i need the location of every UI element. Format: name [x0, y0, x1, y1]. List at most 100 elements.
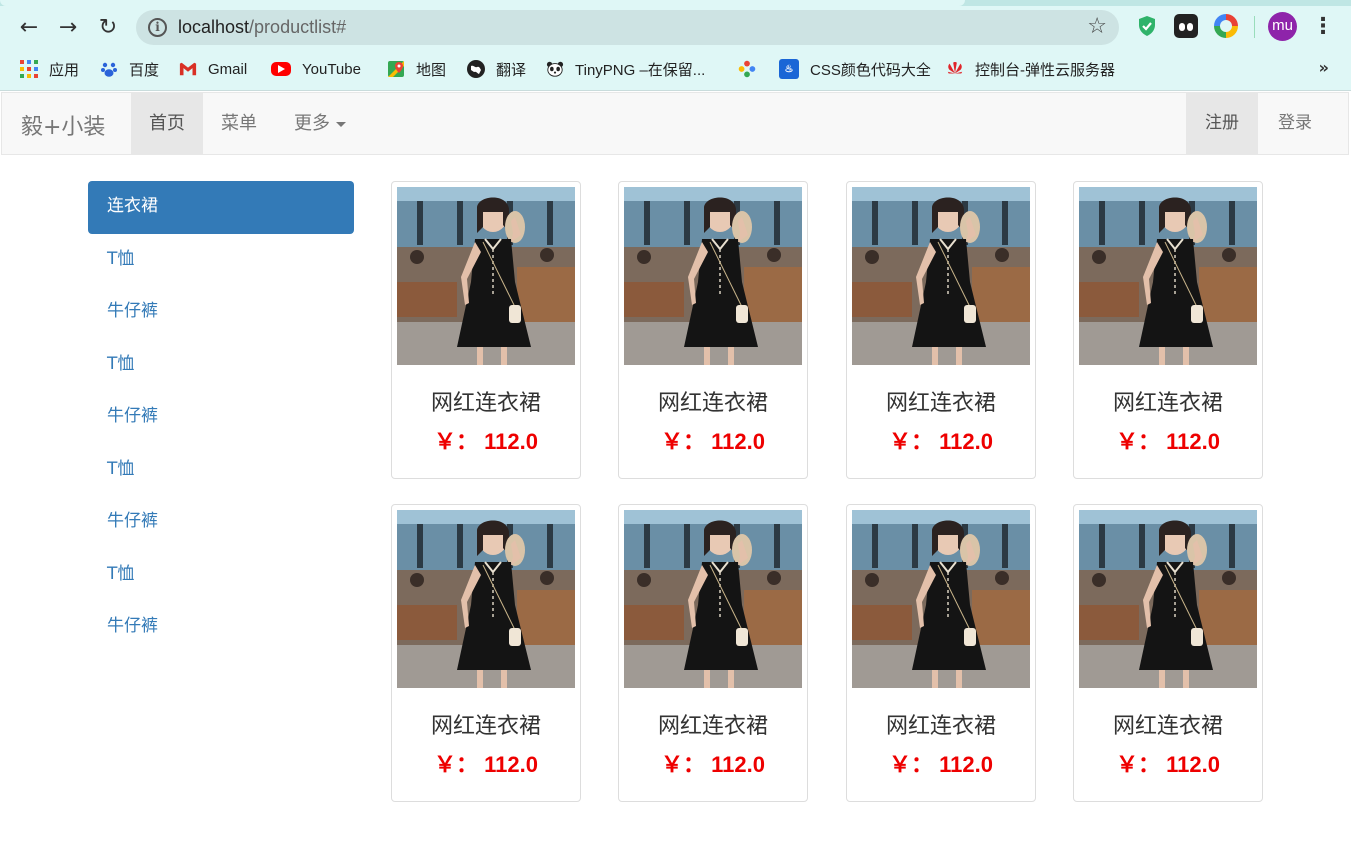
- site-info-icon[interactable]: i: [148, 18, 167, 37]
- category-item-tshirt[interactable]: T恤: [88, 549, 354, 602]
- bookmark-label: 控制台-弹性云服务器: [975, 61, 1115, 79]
- category-item-jeans[interactable]: 牛仔裤: [88, 496, 354, 549]
- category-item-tshirt[interactable]: T恤: [88, 234, 354, 287]
- caret-down-icon: [336, 121, 346, 127]
- youtube-icon: [271, 62, 291, 76]
- product-card[interactable]: 网红连衣裙 ￥： 112.0: [846, 181, 1036, 479]
- panda-icon: [546, 60, 564, 78]
- bookmark-label: Gmail: [208, 60, 248, 78]
- product-name[interactable]: 网红连衣裙: [392, 708, 580, 740]
- bookmark-apps[interactable]: 应用: [20, 54, 79, 84]
- product-price: ￥： 112.0: [434, 429, 538, 454]
- product-name[interactable]: 网红连衣裙: [619, 708, 807, 740]
- product-name[interactable]: 网红连衣裙: [619, 385, 807, 417]
- toolbar-divider: [1254, 16, 1255, 38]
- product-card[interactable]: 网红连衣裙 ￥： 112.0: [1073, 504, 1263, 802]
- bookmark-label: 应用: [49, 61, 80, 79]
- product-card[interactable]: 网红连衣裙 ￥： 112.0: [391, 504, 581, 802]
- bookmark-gmail[interactable]: Gmail: [179, 54, 247, 84]
- product-image[interactable]: [1079, 510, 1257, 688]
- bookmark-label: 百度: [129, 61, 160, 79]
- product-card[interactable]: 网红连衣裙 ￥： 112.0: [618, 504, 808, 802]
- product-price: ￥： 112.0: [889, 752, 993, 777]
- color-ring-extension-icon[interactable]: [1214, 14, 1238, 38]
- bookmark-baidu[interactable]: 百度: [100, 54, 159, 84]
- huawei-icon: [946, 60, 964, 78]
- product-card[interactable]: 网红连衣裙 ￥： 112.0: [846, 504, 1036, 802]
- url-path: /productlist#: [249, 17, 347, 37]
- translate-globe-icon: [467, 60, 485, 78]
- bookmark-tinypng[interactable]: TinyPNG –在保留...: [546, 54, 705, 84]
- active-tab[interactable]: [0, 0, 965, 6]
- pinwheel-icon: [738, 60, 756, 78]
- product-card[interactable]: 网红连衣裙 ￥： 112.0: [618, 181, 808, 479]
- nav-home[interactable]: 首页: [131, 93, 203, 154]
- category-item-jeans[interactable]: 牛仔裤: [88, 286, 354, 339]
- product-image[interactable]: [1079, 187, 1257, 365]
- product-image[interactable]: [397, 510, 575, 688]
- product-name[interactable]: 网红连衣裙: [392, 385, 580, 417]
- bookmark-pinwheel[interactable]: [738, 54, 767, 84]
- back-arrow-icon[interactable]: ←: [14, 12, 44, 42]
- url-text[interactable]: localhost/productlist#: [178, 17, 346, 38]
- category-item-dress[interactable]: 连衣裙: [88, 181, 354, 234]
- site-brand[interactable]: 毅+小装: [21, 109, 105, 141]
- product-price: ￥： 112.0: [1116, 429, 1220, 454]
- category-item-tshirt[interactable]: T恤: [88, 444, 354, 497]
- nav-login[interactable]: 登录: [1258, 93, 1332, 154]
- product-image[interactable]: [852, 510, 1030, 688]
- site-navbar: 毅+小装 首页 菜单 更多 注册 登录: [1, 92, 1349, 155]
- product-image[interactable]: [852, 187, 1030, 365]
- product-image[interactable]: [624, 510, 802, 688]
- category-sidebar: 连衣裙 T恤 牛仔裤 T恤 牛仔裤 T恤 牛仔裤 T恤 牛仔裤: [88, 181, 354, 654]
- product-image[interactable]: [624, 187, 802, 365]
- product-price: ￥： 112.0: [661, 752, 765, 777]
- bookmark-label: CSS颜色代码大全: [810, 61, 931, 79]
- bookmark-star-icon[interactable]: ☆: [1087, 14, 1107, 39]
- product-price: ￥： 112.0: [661, 429, 765, 454]
- bookmark-youtube[interactable]: YouTube: [271, 54, 361, 84]
- shield-extension-icon[interactable]: [1135, 14, 1159, 38]
- product-price: ￥： 112.0: [434, 752, 538, 777]
- product-name[interactable]: 网红连衣裙: [1074, 708, 1262, 740]
- bookmark-label: 翻译: [496, 61, 527, 79]
- product-price: ￥： 112.0: [889, 429, 993, 454]
- address-bar[interactable]: i localhost/productlist# ☆: [136, 10, 1119, 45]
- browser-chrome: ← → ↻ i localhost/productlist# ☆ mu ⋮ 应用: [0, 0, 1351, 91]
- product-name[interactable]: 网红连衣裙: [1074, 385, 1262, 417]
- bookmark-label: TinyPNG –在保留...: [575, 61, 706, 79]
- gmail-icon: [179, 60, 197, 78]
- bookmark-huawei-console[interactable]: 控制台-弹性云服务器: [946, 54, 1115, 84]
- bookmark-css-colors[interactable]: ♨ CSS颜色代码大全: [779, 54, 931, 84]
- baidu-paw-icon: [100, 60, 118, 78]
- css-color-icon: ♨: [779, 59, 799, 79]
- bookmark-maps[interactable]: 地图: [387, 54, 446, 84]
- product-name[interactable]: 网红连衣裙: [847, 385, 1035, 417]
- bookmark-label: 地图: [416, 61, 447, 79]
- browser-menu-icon[interactable]: ⋮: [1312, 14, 1334, 40]
- nav-more-label: 更多: [294, 113, 330, 134]
- category-item-tshirt[interactable]: T恤: [88, 339, 354, 392]
- url-host: localhost: [178, 17, 250, 37]
- forward-arrow-icon[interactable]: →: [53, 12, 83, 42]
- product-card[interactable]: 网红连衣裙 ￥： 112.0: [1073, 181, 1263, 479]
- bookmarks-overflow-button[interactable]: »: [1319, 58, 1329, 77]
- tampermonkey-extension-icon[interactable]: [1174, 14, 1198, 38]
- apps-grid-icon: [20, 60, 38, 78]
- product-name[interactable]: 网红连衣裙: [847, 708, 1035, 740]
- nav-more-dropdown[interactable]: 更多: [275, 93, 365, 154]
- profile-avatar[interactable]: mu: [1268, 12, 1297, 41]
- category-item-jeans[interactable]: 牛仔裤: [88, 601, 354, 654]
- tab-strip: [0, 0, 1351, 6]
- category-item-jeans[interactable]: 牛仔裤: [88, 391, 354, 444]
- bookmark-translate[interactable]: 翻译: [467, 54, 526, 84]
- product-price: ￥： 112.0: [1116, 752, 1220, 777]
- nav-register[interactable]: 注册: [1186, 93, 1258, 154]
- bookmarks-bar: 应用 百度 Gmail YouTube 地图 翻译 TinyPNG –在保留..…: [0, 54, 1351, 84]
- reload-icon[interactable]: ↻: [93, 12, 123, 42]
- maps-pin-icon: [387, 60, 405, 78]
- nav-menu[interactable]: 菜单: [203, 93, 275, 154]
- product-card[interactable]: 网红连衣裙 ￥： 112.0: [391, 181, 581, 479]
- bookmark-label: YouTube: [302, 60, 361, 78]
- product-image[interactable]: [397, 187, 575, 365]
